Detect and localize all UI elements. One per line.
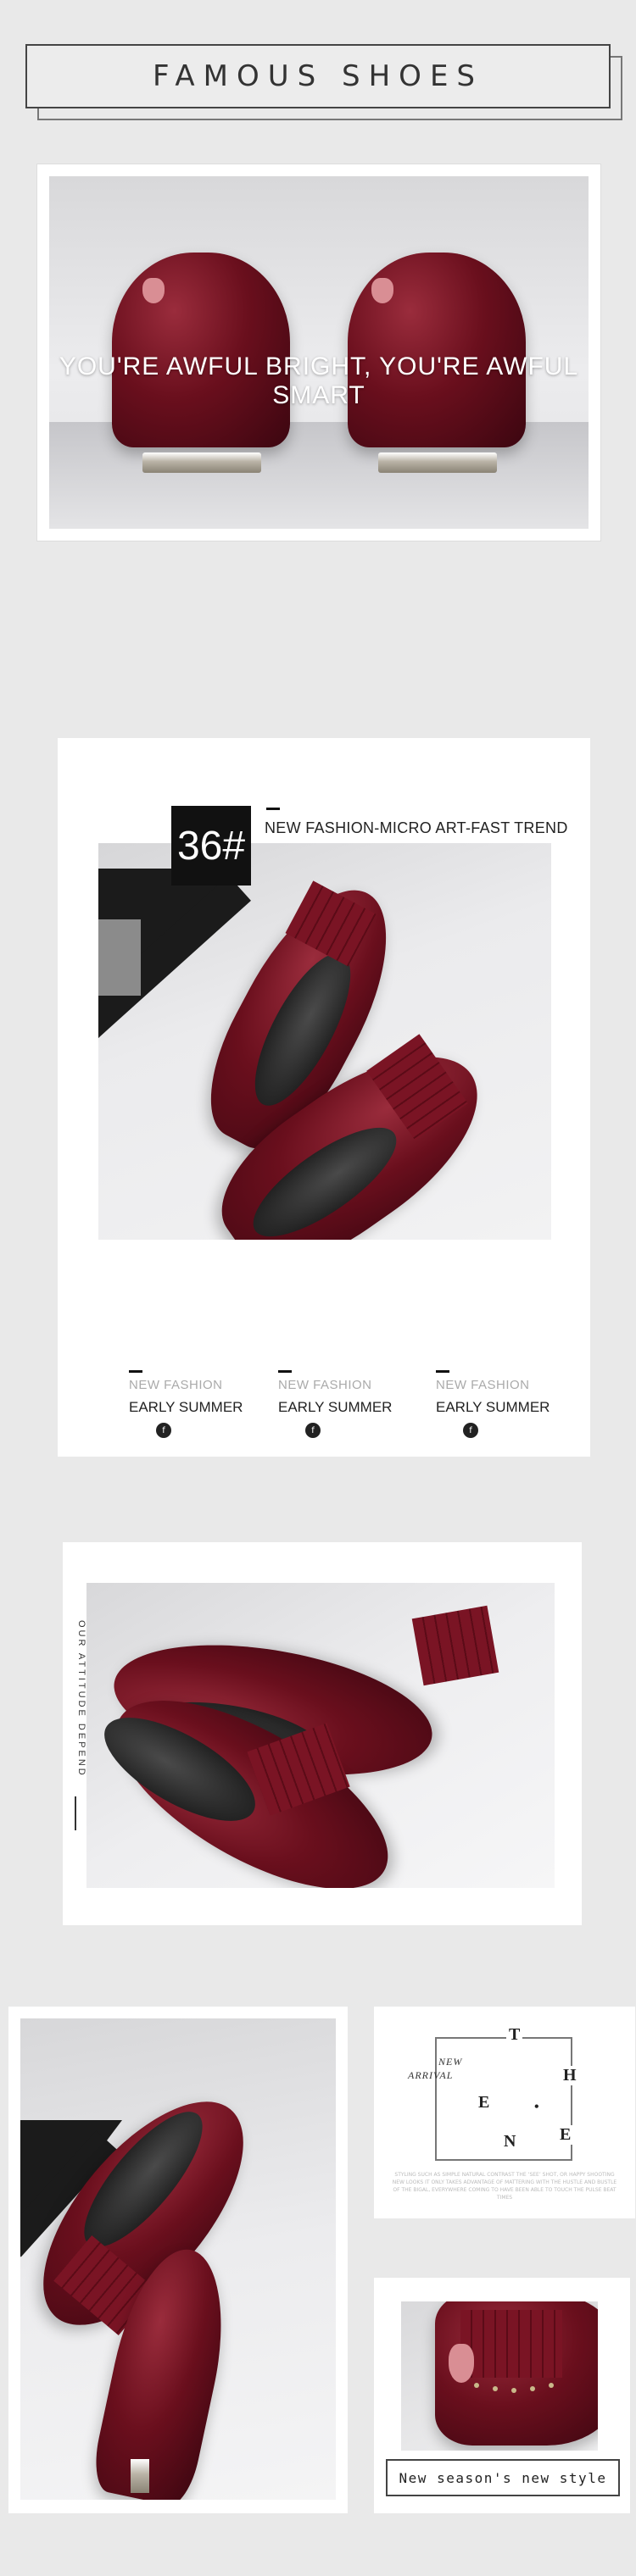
tagline-text: NEW FASHION-MICRO ART-FAST TREND xyxy=(265,819,568,836)
column-dash xyxy=(129,1370,142,1373)
stud xyxy=(530,2386,535,2391)
letter-e-second: E xyxy=(557,2125,574,2145)
grey-block-shape xyxy=(98,919,141,996)
column-dash xyxy=(278,1370,292,1373)
vertical-line xyxy=(75,1796,76,1830)
heel-standing xyxy=(131,2459,149,2493)
column-label-fashion: NEW FASHION xyxy=(278,1378,372,1392)
size-badge: 36# xyxy=(171,806,251,886)
letter-t: T xyxy=(506,2025,523,2045)
facebook-icon[interactable]: f xyxy=(305,1423,321,1438)
letter-h: H xyxy=(561,2066,579,2085)
page-title: FAMOUS SHOES xyxy=(152,59,484,93)
heel-left xyxy=(142,452,261,473)
new-arrival-card: T H E • N E NEW ARRIVAL STYLING SUCH AS … xyxy=(374,2007,635,2218)
arrival-description: STYLING SUCH AS SIMPLE NATURAL CONTRAST … xyxy=(392,2172,617,2201)
stud xyxy=(511,2388,516,2393)
bow-right xyxy=(371,278,393,303)
new-season-footer: New season's new style xyxy=(386,2459,620,2496)
product-photo-main xyxy=(98,843,551,1240)
feature-column-2: NEW FASHION EARLY SUMMER f xyxy=(278,1370,397,1438)
column-label-fashion: NEW FASHION xyxy=(436,1378,530,1392)
shoe-back-fringe xyxy=(411,1605,499,1686)
letter-e: E xyxy=(476,2093,493,2112)
product-photo-side xyxy=(86,1583,555,1888)
column-label-summer: EARLY SUMMER xyxy=(129,1399,243,1415)
stud xyxy=(474,2383,479,2388)
letter-dot: • xyxy=(532,2100,542,2115)
feature-column-3: NEW FASHION EARLY SUMMER f xyxy=(436,1370,555,1438)
hero-banner: YOU'RE AWFUL BRIGHT, YOU'RE AWFUL SMART xyxy=(37,164,600,541)
column-label-summer: EARLY SUMMER xyxy=(278,1399,393,1415)
feature-column-1: NEW FASHION EARLY SUMMER f xyxy=(129,1370,248,1438)
shoe-closeup-fringe xyxy=(460,2310,562,2378)
banner-slogan: YOU'RE AWFUL BRIGHT, YOU'RE AWFUL SMART xyxy=(59,353,579,409)
tagline-dash xyxy=(266,808,280,810)
column-dash xyxy=(436,1370,449,1373)
product-card-main: 36# NEW FASHION-MICRO ART-FAST TREND NEW… xyxy=(58,738,590,1457)
stud xyxy=(549,2383,554,2388)
heel-right xyxy=(378,452,497,473)
facebook-icon[interactable]: f xyxy=(463,1423,478,1438)
column-label-fashion: NEW FASHION xyxy=(129,1378,223,1392)
product-card-vertical xyxy=(8,2007,348,2513)
bow-left xyxy=(142,278,165,303)
header-box: FAMOUS SHOES xyxy=(25,44,611,108)
shoe-left xyxy=(112,253,290,447)
vertical-tagline: OUR ATTITUDE DEPEND xyxy=(76,1620,86,1778)
stud xyxy=(493,2386,498,2391)
product-card-side: OUR ATTITUDE DEPEND xyxy=(63,1542,582,1925)
bow-closeup xyxy=(449,2344,474,2383)
arrival-label: ARRIVAL xyxy=(408,2069,454,2081)
product-photo-closeup xyxy=(401,2301,598,2451)
new-label: NEW xyxy=(438,2056,463,2068)
new-season-card: New season's new style xyxy=(374,2278,630,2513)
page-header: FAMOUS SHOES xyxy=(25,44,622,120)
facebook-icon[interactable]: f xyxy=(156,1423,171,1438)
column-label-summer: EARLY SUMMER xyxy=(436,1399,550,1415)
product-photo-vertical xyxy=(20,2018,336,2500)
letter-n: N xyxy=(501,2132,519,2151)
